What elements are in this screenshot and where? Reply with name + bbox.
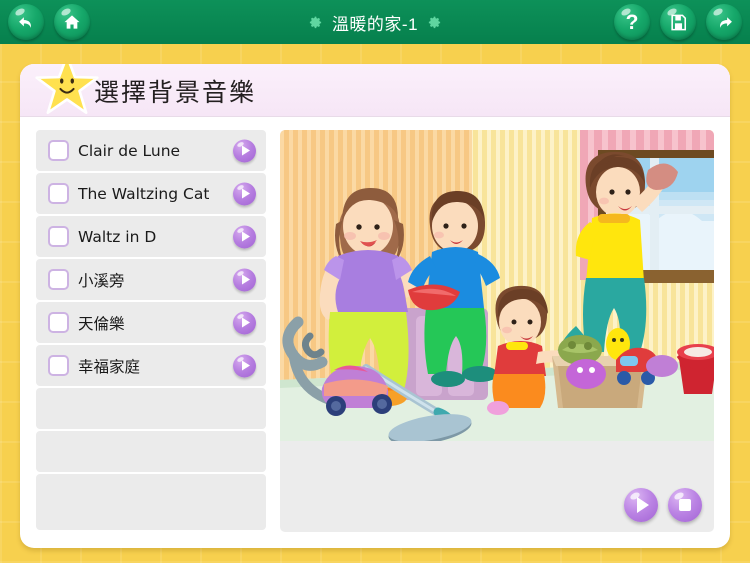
preview-stop-button[interactable] — [668, 488, 702, 522]
toolbar-left-group — [8, 4, 90, 40]
top-toolbar: 溫暖的家-1 ? — [0, 0, 750, 44]
home-icon — [64, 15, 80, 29]
preview-play-button[interactable] — [624, 488, 658, 522]
next-button[interactable] — [706, 4, 742, 40]
list-item[interactable]: Waltz in D — [36, 216, 266, 257]
list-item-label: The Waltzing Cat — [78, 184, 210, 203]
checkbox-icon[interactable] — [48, 140, 69, 161]
list-item[interactable]: The Waltzing Cat — [36, 173, 266, 214]
redo-arrow-icon — [719, 16, 732, 28]
play-icon[interactable] — [233, 268, 256, 291]
family-cleaning-illustration — [280, 130, 714, 441]
toolbar-right-group: ? — [614, 4, 742, 40]
help-button[interactable]: ? — [614, 4, 650, 40]
save-button[interactable] — [660, 4, 696, 40]
list-item[interactable]: 小溪旁 — [36, 259, 266, 300]
back-button[interactable] — [8, 4, 44, 40]
gear-icon — [309, 16, 322, 28]
list-item[interactable]: Clair de Lune — [36, 130, 266, 171]
page-title: 溫暖的家-1 — [308, 10, 442, 35]
play-icon[interactable] — [233, 354, 256, 377]
smiling-star-icon — [35, 64, 99, 115]
floppy-disk-icon — [670, 14, 686, 30]
card-header: 選擇背景音樂 — [20, 64, 730, 117]
content-card: 選擇背景音樂 Clair de Lune The Waltzing Cat Wa… — [20, 64, 730, 548]
list-item-label: Waltz in D — [78, 227, 157, 246]
checkbox-icon[interactable] — [48, 269, 69, 290]
question-mark-icon: ? — [625, 10, 639, 34]
list-item-empty — [36, 431, 266, 472]
list-item-label: Clair de Lune — [78, 141, 181, 160]
card-body: Clair de Lune The Waltzing Cat Waltz in … — [20, 117, 730, 548]
play-icon[interactable] — [233, 139, 256, 162]
undo-arrow-icon — [18, 16, 31, 28]
list-item-label: 小溪旁 — [78, 271, 125, 290]
play-icon — [637, 497, 649, 513]
checkbox-icon[interactable] — [48, 312, 69, 333]
stop-icon — [679, 499, 691, 511]
app-root: 溫暖的家-1 ? 選擇背景音樂 Clair de Lune The Waltzi… — [0, 0, 750, 563]
gear-icon — [428, 16, 441, 28]
preview-controls — [624, 488, 702, 522]
checkbox-icon[interactable] — [48, 183, 69, 204]
music-list: Clair de Lune The Waltzing Cat Waltz in … — [36, 130, 266, 532]
scene-illustration — [280, 130, 714, 441]
list-item-label: 天倫樂 — [78, 314, 125, 333]
play-icon[interactable] — [233, 182, 256, 205]
list-item-label: 幸福家庭 — [78, 357, 141, 376]
card-title: 選擇背景音樂 — [94, 78, 257, 107]
page-title-text: 溫暖的家-1 — [331, 14, 419, 34]
list-item-empty — [36, 474, 266, 530]
list-item[interactable]: 天倫樂 — [36, 302, 266, 343]
checkbox-icon[interactable] — [48, 355, 69, 376]
list-item-empty — [36, 388, 266, 429]
home-button[interactable] — [54, 4, 90, 40]
play-icon[interactable] — [233, 311, 256, 334]
checkbox-icon[interactable] — [48, 226, 69, 247]
preview-panel — [280, 130, 714, 532]
play-icon[interactable] — [233, 225, 256, 248]
list-item[interactable]: 幸福家庭 — [36, 345, 266, 386]
